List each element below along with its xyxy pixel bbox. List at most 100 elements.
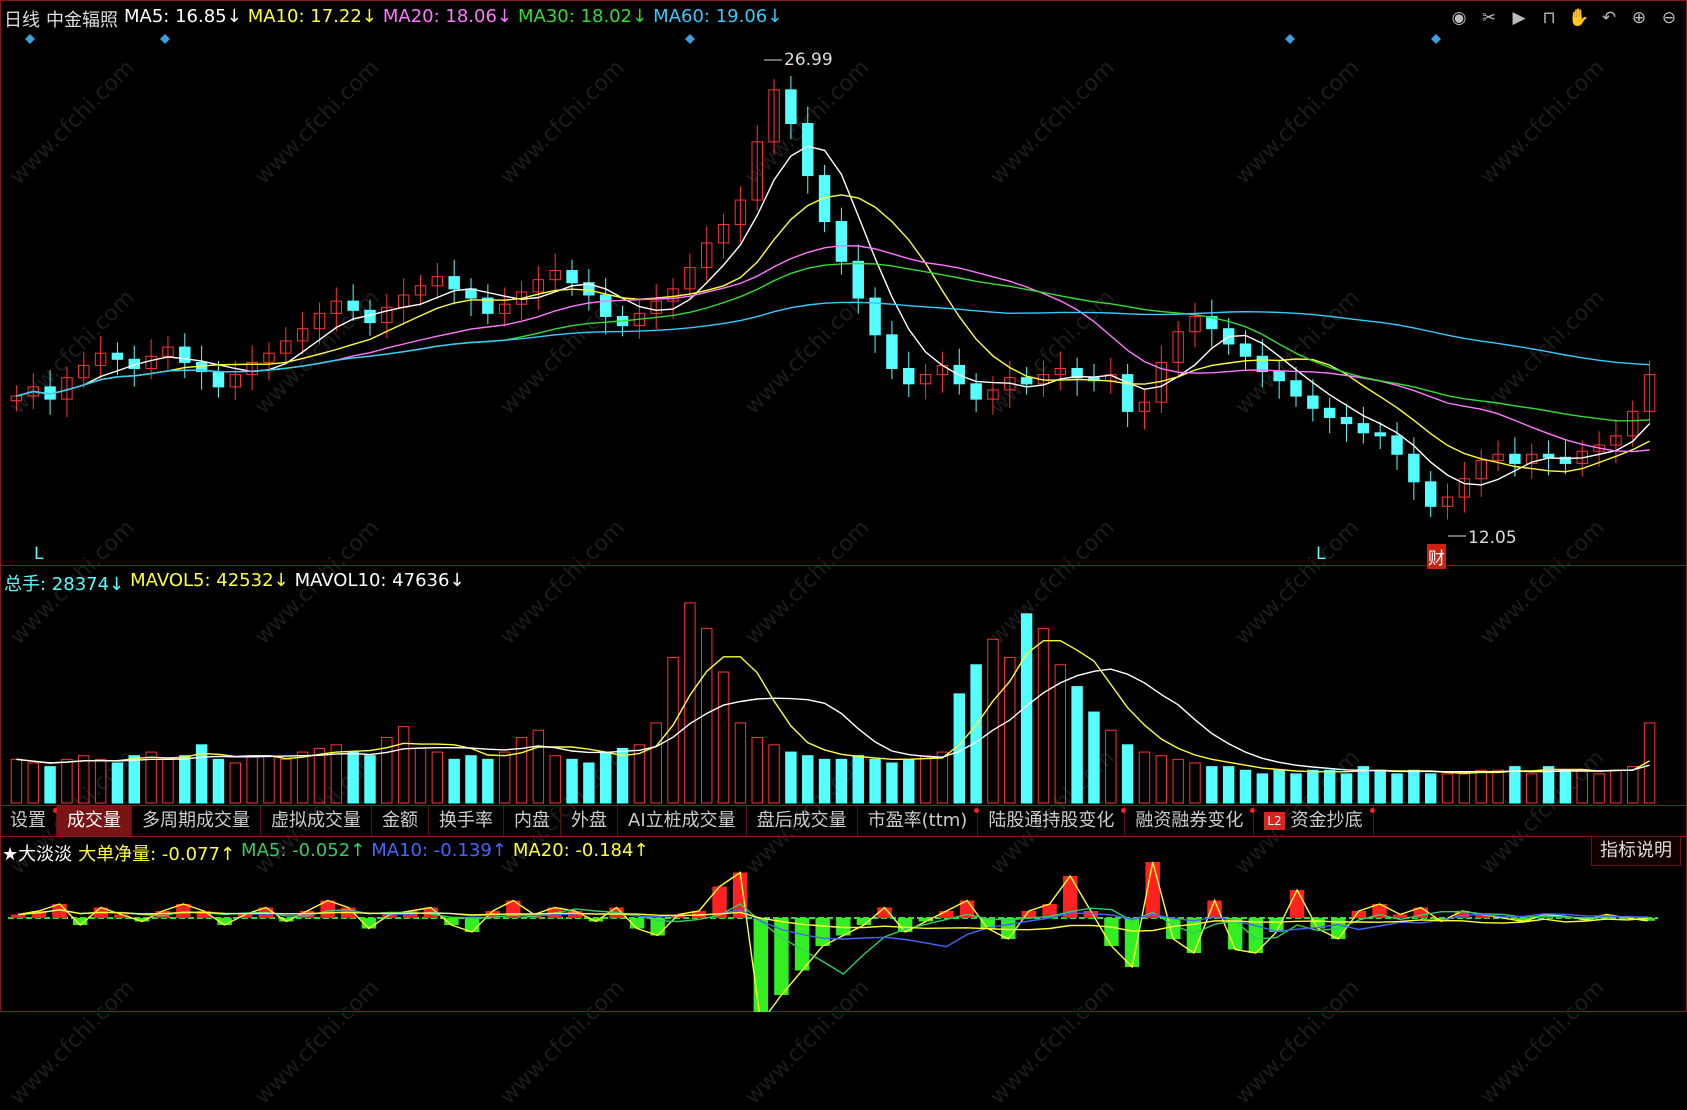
tab-9[interactable]: 盘后成交量 <box>747 806 858 836</box>
mavol10-line <box>16 668 1650 773</box>
lock-icon[interactable]: ⊓ <box>1537 6 1561 30</box>
volume-bar <box>583 762 595 804</box>
volume-bar <box>1155 755 1168 804</box>
indicator-explain-button[interactable]: 指标说明 <box>1591 836 1681 866</box>
volume-bar <box>1408 769 1420 804</box>
marker-l2[interactable]: L <box>1316 544 1325 564</box>
candle-body <box>1374 432 1386 437</box>
volume-bar <box>1273 769 1285 804</box>
volume-bar <box>78 755 90 804</box>
volume-bar <box>1088 711 1100 804</box>
l2-badge: L2 <box>1264 812 1285 830</box>
tab-label: 虚拟成交量 <box>271 810 361 831</box>
volume-bar <box>1391 773 1403 804</box>
candle-body <box>566 270 578 284</box>
tab-label: 陆股通持股变化 <box>988 810 1115 831</box>
undo-icon[interactable]: ↶ <box>1597 6 1621 30</box>
candle-body <box>212 371 225 388</box>
zoom-in-icon[interactable]: ⊕ <box>1627 6 1651 30</box>
tab-label: 融资融券变化 <box>1135 810 1244 831</box>
volume-bar <box>1374 769 1386 804</box>
big-order-label: 大单净量: -0.077↑ <box>78 844 236 865</box>
tab-7[interactable]: 外盘 <box>561 806 618 836</box>
tab-label: 资金抄底 <box>1290 810 1363 831</box>
indicator-legend: ★大淡淡 大单净量: -0.077↑ MA5: -0.052↑ MA10: -0… <box>2 840 655 866</box>
ma30-line <box>16 262 1650 422</box>
tab-dot <box>1369 808 1375 813</box>
ma5-label: MA5: 16.85↓ <box>124 6 242 27</box>
candle-body <box>852 260 864 299</box>
volume-bar <box>818 758 831 804</box>
tab-label: 盘后成交量 <box>756 810 847 831</box>
tab-10[interactable]: 市盈率(ttm) <box>858 806 980 836</box>
volume-bar <box>616 747 629 804</box>
volume-bar <box>919 755 932 804</box>
tab-6[interactable]: 内盘 <box>504 806 561 836</box>
scissors-icon[interactable]: ✂ <box>1477 6 1501 30</box>
tab-1[interactable]: 成交量 <box>57 806 132 836</box>
tab-label: 设置 <box>10 810 46 831</box>
candle-body <box>1340 417 1353 425</box>
volume-bar <box>532 729 545 804</box>
volume-bar <box>886 762 898 804</box>
candle-body <box>818 175 831 222</box>
volume-bar <box>1206 766 1218 804</box>
candle-body <box>1290 380 1302 397</box>
tab-2[interactable]: 多周期成交量 <box>132 806 261 836</box>
tab-12[interactable]: 融资融券变化 <box>1125 806 1256 836</box>
volume-bar <box>852 755 864 804</box>
tab-13[interactable]: L2 资金抄底 <box>1254 806 1375 836</box>
big-order-bar <box>11 914 26 918</box>
volume-bar <box>717 671 730 804</box>
volume-bar <box>414 747 427 804</box>
event-marker-icon <box>1431 34 1441 44</box>
mavol5-label: MAVOL5: 42532↓ <box>130 570 289 591</box>
volume-bar <box>229 762 242 804</box>
volume-bar <box>1004 656 1016 804</box>
indicator-tabs: 设置 成交量 多周期成交量 虚拟成交量 金额 换手率 内盘 外盘 AI立桩成交量 盘后成交量 市盈率… <box>0 806 1687 836</box>
big-order-bar <box>1289 890 1305 918</box>
volume-bar <box>296 751 309 804</box>
event-marker-icon <box>25 34 35 44</box>
volume-bar <box>1576 769 1588 804</box>
marker-l1[interactable]: L <box>34 544 43 564</box>
tab-label: 金额 <box>382 810 418 831</box>
tab-3[interactable]: 虚拟成交量 <box>261 806 372 836</box>
candle-body <box>1239 343 1252 357</box>
tab-4[interactable]: 金额 <box>372 806 429 836</box>
volume-legend: 总手: 28374↓ MAVOL5: 42532↓ MAVOL10: 47636… <box>4 570 471 596</box>
hand-icon[interactable]: ✋ <box>1567 6 1591 30</box>
big-order-bar <box>1104 918 1119 946</box>
ma10-line <box>16 194 1650 473</box>
candle-body <box>1323 407 1336 418</box>
big-order-bar <box>1207 900 1222 918</box>
volume-bar <box>347 751 359 804</box>
candle-body <box>1424 481 1437 507</box>
tab-5[interactable]: 换手率 <box>429 806 504 836</box>
candle-body <box>1542 453 1555 458</box>
panel-divider-tabs <box>0 836 1687 837</box>
tab-0[interactable]: 设置 <box>0 806 58 836</box>
eye-icon[interactable]: ◉ <box>1447 6 1471 30</box>
volume-bar <box>785 751 797 804</box>
volume-bar <box>44 766 56 804</box>
low-price-label: 12.05 <box>1468 528 1517 548</box>
play-icon[interactable]: ▶ <box>1507 6 1531 30</box>
tab-8[interactable]: AI立桩成交量 <box>618 806 747 836</box>
tab-11[interactable]: 陆股通持股变化 <box>978 806 1127 836</box>
zoom-out-icon[interactable]: ⊖ <box>1657 6 1681 30</box>
period-label[interactable]: 日线 <box>4 6 40 32</box>
volume-bar <box>179 755 191 804</box>
volume-bar <box>1627 766 1639 804</box>
volume-bar <box>1475 769 1487 804</box>
financial-report-marker[interactable]: 财 <box>1427 544 1446 569</box>
ma20-label: MA20: 18.06↓ <box>382 6 513 27</box>
candle-body <box>1357 423 1370 434</box>
volume-bar <box>869 758 881 804</box>
indicator-name[interactable]: ★大淡淡 <box>2 840 72 866</box>
volume-bar <box>313 747 326 804</box>
volume-bar <box>246 755 258 804</box>
volume-bar <box>364 755 376 804</box>
volume-bar <box>128 755 140 804</box>
ma60-label: MA60: 19.06↓ <box>653 6 783 27</box>
